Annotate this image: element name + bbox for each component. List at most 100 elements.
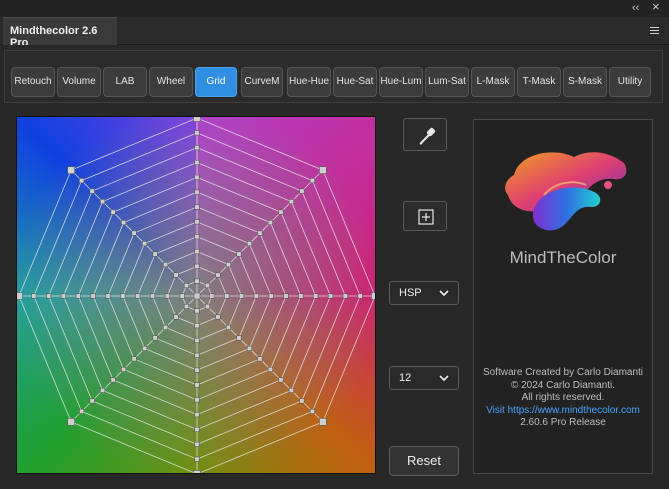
grid-control-point[interactable]	[142, 241, 148, 247]
grid-control-point[interactable]	[283, 293, 289, 299]
grid-control-point[interactable]	[194, 145, 200, 151]
grid-corner-handle[interactable]	[319, 166, 327, 174]
grid-control-point[interactable]	[257, 356, 263, 362]
grid-control-point[interactable]	[194, 248, 200, 255]
grid-control-point[interactable]	[194, 323, 200, 329]
grid-control-point[interactable]	[194, 382, 200, 388]
mode-button-lum-sat[interactable]: Lum-Sat	[425, 67, 469, 97]
mode-button-lab[interactable]: LAB	[103, 67, 147, 97]
eyedropper-button[interactable]	[403, 118, 447, 151]
close-panel-button[interactable]: ×	[652, 0, 660, 13]
grid-control-point[interactable]	[162, 261, 169, 268]
grid-control-point[interactable]	[309, 408, 315, 414]
grid-corner-handle[interactable]	[193, 470, 201, 475]
grid-control-point[interactable]	[194, 219, 200, 225]
grid-control-point[interactable]	[215, 272, 221, 278]
grid-size-select[interactable]: 12	[389, 366, 459, 390]
grid-control-point[interactable]	[194, 397, 200, 403]
grid-control-point[interactable]	[173, 272, 179, 278]
grid-control-point[interactable]	[224, 293, 230, 299]
grid-control-point[interactable]	[89, 188, 95, 194]
grid-control-point[interactable]	[89, 398, 95, 404]
mode-button-s-mask[interactable]: S-Mask	[563, 67, 607, 97]
grid-control-point[interactable]	[225, 324, 232, 331]
grid-control-point[interactable]	[313, 293, 319, 299]
panel-menu-icon[interactable]	[650, 27, 659, 36]
grid-control-point[interactable]	[120, 293, 126, 299]
grid-control-point[interactable]	[204, 282, 211, 289]
mode-button-curvem[interactable]: CurveM	[241, 67, 283, 97]
grid-control-point[interactable]	[194, 204, 200, 210]
website-link[interactable]: Visit https://www.mindthecolor.com	[474, 405, 652, 418]
grid-control-point[interactable]	[194, 263, 200, 269]
collapse-panel-button[interactable]: ‹‹	[632, 2, 639, 14]
grid-corner-handle[interactable]	[371, 292, 377, 300]
mode-button-wheel[interactable]: Wheel	[149, 67, 193, 97]
grid-control-point[interactable]	[31, 293, 37, 299]
grid-corner-handle[interactable]	[319, 418, 327, 426]
mode-button-hue-hue[interactable]: Hue-Hue	[287, 67, 331, 97]
grid-control-point[interactable]	[267, 220, 273, 226]
grid-center-point[interactable]	[193, 292, 201, 300]
mode-button-hue-lum[interactable]: Hue-Lum	[379, 67, 423, 97]
grid-control-point[interactable]	[173, 314, 179, 320]
grid-control-point[interactable]	[100, 387, 106, 393]
grid-control-point[interactable]	[209, 293, 215, 299]
mode-button-grid[interactable]: Grid	[195, 67, 237, 97]
grid-control-point[interactable]	[152, 251, 158, 257]
grid-corner-handle[interactable]	[67, 166, 75, 174]
add-point-button[interactable]	[403, 201, 447, 231]
grid-control-point[interactable]	[131, 356, 137, 362]
grid-control-point[interactable]	[121, 366, 127, 372]
grid-corner-handle[interactable]	[67, 418, 75, 426]
grid-control-point[interactable]	[236, 335, 242, 341]
grid-control-point[interactable]	[110, 377, 116, 383]
grid-control-point[interactable]	[299, 188, 305, 194]
grid-control-point[interactable]	[194, 456, 200, 462]
grid-control-point[interactable]	[194, 159, 200, 166]
grid-control-point[interactable]	[179, 293, 185, 299]
grid-control-point[interactable]	[162, 324, 169, 331]
grid-control-point[interactable]	[194, 234, 200, 240]
grid-control-point[interactable]	[194, 412, 200, 418]
grid-control-point[interactable]	[75, 293, 81, 299]
grid-control-point[interactable]	[327, 293, 334, 299]
color-grid-canvas[interactable]	[16, 116, 376, 474]
grid-control-point[interactable]	[194, 308, 200, 314]
grid-control-point[interactable]	[278, 209, 284, 215]
grid-control-point[interactable]	[194, 174, 200, 180]
grid-control-point[interactable]	[357, 293, 363, 299]
grid-control-point[interactable]	[288, 387, 294, 393]
grid-control-point[interactable]	[183, 303, 190, 310]
color-model-select[interactable]: HSP	[389, 281, 459, 305]
mode-button-utility[interactable]: Utility	[609, 67, 651, 97]
grid-control-point[interactable]	[131, 230, 137, 236]
grid-control-point[interactable]	[215, 314, 221, 320]
grid-control-point[interactable]	[267, 366, 273, 372]
grid-control-point[interactable]	[194, 278, 200, 284]
grid-control-point[interactable]	[246, 345, 252, 351]
grid-control-point[interactable]	[288, 199, 294, 205]
mode-button-t-mask[interactable]: T-Mask	[517, 67, 561, 97]
grid-control-point[interactable]	[268, 293, 274, 299]
mode-button-hue-sat[interactable]: Hue-Sat	[333, 67, 377, 97]
grid-control-point[interactable]	[246, 241, 252, 247]
spider-grid[interactable]	[17, 117, 376, 474]
grid-control-point[interactable]	[253, 293, 259, 299]
mode-button-retouch[interactable]: Retouch	[11, 67, 55, 97]
grid-corner-handle[interactable]	[17, 292, 23, 300]
grid-control-point[interactable]	[100, 199, 106, 205]
grid-control-point[interactable]	[194, 337, 200, 344]
mode-button-volume[interactable]: Volume	[57, 67, 101, 97]
grid-control-point[interactable]	[236, 251, 242, 257]
grid-control-point[interactable]	[105, 293, 111, 299]
grid-control-point[interactable]	[225, 261, 232, 268]
grid-control-point[interactable]	[309, 178, 315, 184]
grid-corner-handle[interactable]	[193, 117, 201, 122]
grid-control-point[interactable]	[110, 209, 116, 215]
grid-control-point[interactable]	[194, 441, 200, 447]
grid-control-point[interactable]	[149, 293, 156, 299]
grid-control-point[interactable]	[299, 398, 305, 404]
grid-control-point[interactable]	[79, 178, 85, 184]
grid-control-point[interactable]	[183, 282, 190, 289]
